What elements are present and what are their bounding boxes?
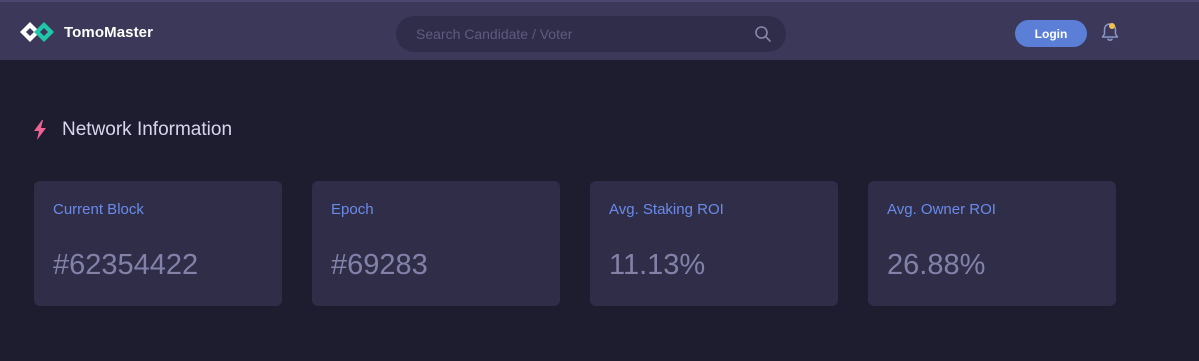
brand-name: TomoMaster xyxy=(64,23,154,41)
notification-indicator xyxy=(1109,23,1115,29)
login-button[interactable]: Login xyxy=(1015,20,1087,47)
section-heading: Network Information xyxy=(32,117,232,143)
top-navbar: TomoMaster Login xyxy=(0,0,1199,60)
brand-link[interactable]: TomoMaster xyxy=(18,17,153,47)
staking-roi-card: Avg. Staking ROI 11.13% xyxy=(590,181,838,306)
card-label: Epoch xyxy=(331,201,374,218)
section-title: Network Information xyxy=(62,119,233,140)
search-bar xyxy=(396,16,786,52)
card-value: 11.13% xyxy=(609,249,706,281)
epoch-card: Epoch #69283 xyxy=(312,181,560,306)
card-label: Avg. Owner ROI xyxy=(887,201,996,218)
search-icon[interactable] xyxy=(754,25,772,43)
card-label: Avg. Staking ROI xyxy=(609,201,724,218)
owner-roi-card: Avg. Owner ROI 26.88% xyxy=(868,181,1116,306)
card-label: Current Block xyxy=(53,201,144,218)
tomomaster-logo-icon xyxy=(20,22,54,42)
card-value: #62354422 xyxy=(53,249,199,281)
current-block-card: Current Block #62354422 xyxy=(34,181,282,306)
card-value: 26.88% xyxy=(887,249,986,281)
card-value: #69283 xyxy=(331,249,428,281)
search-input[interactable] xyxy=(396,16,746,52)
lightning-bolt-icon xyxy=(34,120,46,140)
